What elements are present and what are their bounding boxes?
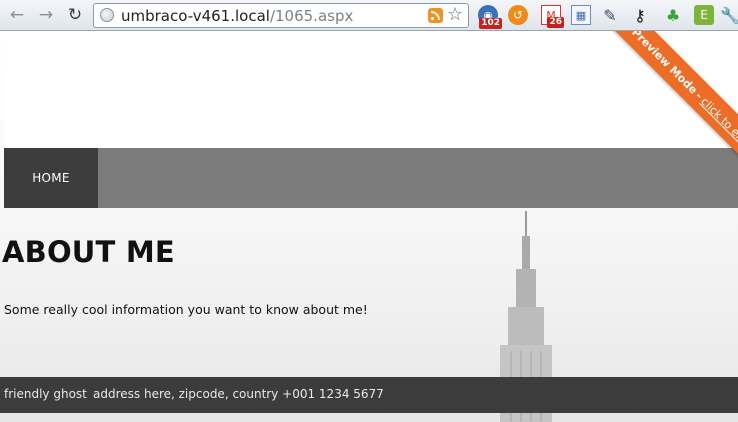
globe-icon [100, 8, 114, 22]
back-button[interactable]: ← [6, 4, 28, 26]
green-extension-icon[interactable]: ♣ [663, 5, 683, 25]
nav-item-home-label: HOME [32, 171, 70, 185]
feed-reader-badge: 102 [479, 18, 502, 29]
footer-address: address here, zipcode, country +001 1234… [93, 387, 384, 401]
page-footer: friendly ghost address here, zipcode, co… [0, 377, 738, 413]
gmail-badge: 26 [547, 17, 564, 28]
wrench-icon[interactable]: 🔧 [720, 5, 738, 25]
url-text[interactable]: umbraco-v461.local/1065.aspx [121, 7, 353, 25]
feed-reader-icon[interactable]: ◉ 102 [478, 5, 502, 29]
evernote-icon[interactable]: E [694, 5, 714, 25]
orange-extension-icon[interactable]: ↺ [508, 5, 528, 25]
preview-mode-label: Preview Mode [629, 31, 701, 97]
reload-button[interactable]: ↻ [64, 4, 86, 26]
nav-item-home[interactable]: HOME [4, 148, 98, 208]
forward-button[interactable]: → [35, 4, 57, 26]
eyedropper-icon[interactable]: ✎ [600, 5, 620, 25]
url-path: /1065.aspx [269, 7, 354, 25]
rss-feed-icon[interactable] [428, 8, 443, 23]
address-bar[interactable]: umbraco-v461.local/1065.aspx ☆ [93, 3, 469, 28]
page-body-text: Some really cool information you want to… [4, 302, 368, 317]
preview-mode-ribbon-container: Preview Mode - click to end [598, 31, 738, 171]
back-arrow-icon: ← [9, 5, 25, 25]
key-icon[interactable]: ⚷ [630, 5, 650, 25]
gmail-icon[interactable]: M 26 [541, 5, 564, 28]
bookmark-star-icon[interactable]: ☆ [447, 4, 463, 25]
url-host: umbraco-v461.local [121, 7, 270, 25]
page-title: ABOUT ME [2, 235, 175, 269]
preview-mode-ribbon: Preview Mode - click to end [606, 31, 738, 171]
reload-icon: ↻ [67, 5, 83, 25]
forward-arrow-icon: → [38, 5, 54, 25]
calendar-icon[interactable]: ▦ [571, 5, 591, 25]
footer-name: friendly ghost [4, 387, 87, 401]
end-preview-link[interactable]: click to end [699, 95, 738, 149]
browser-toolbar: ← → ↻ umbraco-v461.local/1065.aspx ☆ ◉ 1… [0, 0, 738, 31]
